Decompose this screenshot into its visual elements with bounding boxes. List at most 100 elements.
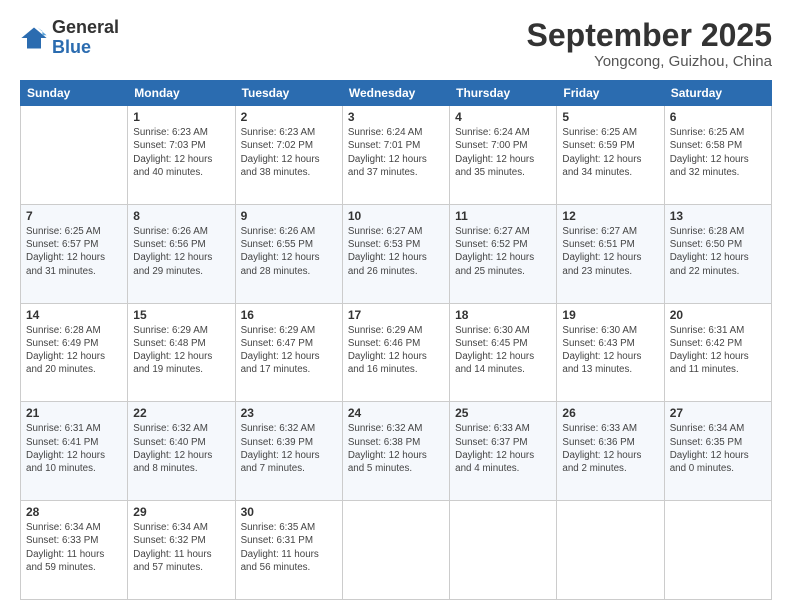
day-cell: 18 Sunrise: 6:30 AM Sunset: 6:45 PM Dayli… bbox=[450, 303, 557, 402]
day-info: Sunrise: 6:23 AM Sunset: 7:03 PM Dayligh… bbox=[133, 126, 229, 179]
day-number: 14 bbox=[26, 308, 122, 322]
day-cell: 4 Sunrise: 6:24 AM Sunset: 7:00 PM Daylig… bbox=[450, 106, 557, 205]
location: Yongcong, Guizhou, China bbox=[527, 53, 772, 70]
day-cell bbox=[664, 501, 771, 600]
day-number: 28 bbox=[26, 505, 122, 519]
day-cell: 30 Sunrise: 6:35 AM Sunset: 6:31 PM Dayli… bbox=[235, 501, 342, 600]
day-info: Sunrise: 6:30 AM Sunset: 6:45 PM Dayligh… bbox=[455, 324, 551, 377]
day-number: 8 bbox=[133, 209, 229, 223]
day-cell: 25 Sunrise: 6:33 AM Sunset: 6:37 PM Dayli… bbox=[450, 402, 557, 501]
header: General Blue September 2025 Yongcong, Gu… bbox=[20, 18, 772, 70]
day-cell: 23 Sunrise: 6:32 AM Sunset: 6:39 PM Dayli… bbox=[235, 402, 342, 501]
day-info: Sunrise: 6:32 AM Sunset: 6:38 PM Dayligh… bbox=[348, 422, 444, 475]
day-number: 9 bbox=[241, 209, 337, 223]
day-info: Sunrise: 6:25 AM Sunset: 6:58 PM Dayligh… bbox=[670, 126, 766, 179]
day-cell: 9 Sunrise: 6:26 AM Sunset: 6:55 PM Daylig… bbox=[235, 204, 342, 303]
day-number: 13 bbox=[670, 209, 766, 223]
day-info: Sunrise: 6:27 AM Sunset: 6:53 PM Dayligh… bbox=[348, 225, 444, 278]
day-number: 7 bbox=[26, 209, 122, 223]
col-header-friday: Friday bbox=[557, 81, 664, 106]
day-cell: 3Sunrise: 6:24 AM Sunset: 7:01 PM Daylig… bbox=[342, 106, 449, 205]
col-header-tuesday: Tuesday bbox=[235, 81, 342, 106]
day-cell bbox=[21, 106, 128, 205]
week-row-5: 28 Sunrise: 6:34 AM Sunset: 6:33 PM Dayli… bbox=[21, 501, 772, 600]
day-info: Sunrise: 6:33 AM Sunset: 6:37 PM Dayligh… bbox=[455, 422, 551, 475]
logo-text: General Blue bbox=[52, 18, 119, 58]
day-cell: 14 Sunrise: 6:28 AM Sunset: 6:49 PM Dayli… bbox=[21, 303, 128, 402]
day-info: Sunrise: 6:28 AM Sunset: 6:50 PM Dayligh… bbox=[670, 225, 766, 278]
day-cell: 12 Sunrise: 6:27 AM Sunset: 6:51 PM Dayli… bbox=[557, 204, 664, 303]
day-info: Sunrise: 6:25 AM Sunset: 6:59 PM Dayligh… bbox=[562, 126, 658, 179]
day-number: 29 bbox=[133, 505, 229, 519]
calendar: SundayMondayTuesdayWednesdayThursdayFrid… bbox=[20, 80, 772, 600]
day-number: 27 bbox=[670, 406, 766, 420]
col-header-sunday: Sunday bbox=[21, 81, 128, 106]
week-row-4: 21Sunrise: 6:31 AM Sunset: 6:41 PM Dayli… bbox=[21, 402, 772, 501]
day-info: Sunrise: 6:26 AM Sunset: 6:56 PM Dayligh… bbox=[133, 225, 229, 278]
day-number: 3 bbox=[348, 110, 444, 124]
day-number: 6 bbox=[670, 110, 766, 124]
title-block: September 2025 Yongcong, Guizhou, China bbox=[527, 18, 772, 70]
day-info: Sunrise: 6:29 AM Sunset: 6:46 PM Dayligh… bbox=[348, 324, 444, 377]
day-info: Sunrise: 6:28 AM Sunset: 6:49 PM Dayligh… bbox=[26, 324, 122, 377]
month-title: September 2025 bbox=[527, 18, 772, 53]
day-cell: 8 Sunrise: 6:26 AM Sunset: 6:56 PM Daylig… bbox=[128, 204, 235, 303]
header-row: SundayMondayTuesdayWednesdayThursdayFrid… bbox=[21, 81, 772, 106]
day-cell: 26Sunrise: 6:33 AM Sunset: 6:36 PM Dayli… bbox=[557, 402, 664, 501]
day-info: Sunrise: 6:34 AM Sunset: 6:35 PM Dayligh… bbox=[670, 422, 766, 475]
day-cell: 27 Sunrise: 6:34 AM Sunset: 6:35 PM Dayli… bbox=[664, 402, 771, 501]
day-number: 20 bbox=[670, 308, 766, 322]
day-cell bbox=[557, 501, 664, 600]
day-info: Sunrise: 6:30 AM Sunset: 6:43 PM Dayligh… bbox=[562, 324, 658, 377]
day-info: Sunrise: 6:33 AM Sunset: 6:36 PM Dayligh… bbox=[562, 422, 658, 475]
day-cell: 17 Sunrise: 6:29 AM Sunset: 6:46 PM Dayli… bbox=[342, 303, 449, 402]
day-number: 5 bbox=[562, 110, 658, 124]
day-info: Sunrise: 6:32 AM Sunset: 6:40 PM Dayligh… bbox=[133, 422, 229, 475]
day-info: Sunrise: 6:32 AM Sunset: 6:39 PM Dayligh… bbox=[241, 422, 337, 475]
logo-icon bbox=[20, 24, 48, 52]
day-number: 30 bbox=[241, 505, 337, 519]
day-info: Sunrise: 6:35 AM Sunset: 6:31 PM Dayligh… bbox=[241, 521, 337, 574]
day-cell: 13 Sunrise: 6:28 AM Sunset: 6:50 PM Dayli… bbox=[664, 204, 771, 303]
day-number: 10 bbox=[348, 209, 444, 223]
day-cell: 21Sunrise: 6:31 AM Sunset: 6:41 PM Dayli… bbox=[21, 402, 128, 501]
day-cell: 16Sunrise: 6:29 AM Sunset: 6:47 PM Dayli… bbox=[235, 303, 342, 402]
day-info: Sunrise: 6:31 AM Sunset: 6:41 PM Dayligh… bbox=[26, 422, 122, 475]
day-cell: 29 Sunrise: 6:34 AM Sunset: 6:32 PM Dayli… bbox=[128, 501, 235, 600]
day-info: Sunrise: 6:25 AM Sunset: 6:57 PM Dayligh… bbox=[26, 225, 122, 278]
day-cell bbox=[450, 501, 557, 600]
day-cell: 22Sunrise: 6:32 AM Sunset: 6:40 PM Dayli… bbox=[128, 402, 235, 501]
day-info: Sunrise: 6:34 AM Sunset: 6:32 PM Dayligh… bbox=[133, 521, 229, 574]
day-cell: 19 Sunrise: 6:30 AM Sunset: 6:43 PM Dayli… bbox=[557, 303, 664, 402]
day-info: Sunrise: 6:26 AM Sunset: 6:55 PM Dayligh… bbox=[241, 225, 337, 278]
day-info: Sunrise: 6:34 AM Sunset: 6:33 PM Dayligh… bbox=[26, 521, 122, 574]
day-number: 19 bbox=[562, 308, 658, 322]
day-number: 4 bbox=[455, 110, 551, 124]
day-cell: 15 Sunrise: 6:29 AM Sunset: 6:48 PM Dayli… bbox=[128, 303, 235, 402]
day-number: 15 bbox=[133, 308, 229, 322]
day-number: 16 bbox=[241, 308, 337, 322]
day-number: 18 bbox=[455, 308, 551, 322]
week-row-1: 1Sunrise: 6:23 AM Sunset: 7:03 PM Daylig… bbox=[21, 106, 772, 205]
day-info: Sunrise: 6:24 AM Sunset: 7:00 PM Dayligh… bbox=[455, 126, 551, 179]
day-cell: 28 Sunrise: 6:34 AM Sunset: 6:33 PM Dayli… bbox=[21, 501, 128, 600]
week-row-3: 14 Sunrise: 6:28 AM Sunset: 6:49 PM Dayli… bbox=[21, 303, 772, 402]
day-number: 25 bbox=[455, 406, 551, 420]
day-info: Sunrise: 6:31 AM Sunset: 6:42 PM Dayligh… bbox=[670, 324, 766, 377]
day-cell: 2Sunrise: 6:23 AM Sunset: 7:02 PM Daylig… bbox=[235, 106, 342, 205]
day-number: 2 bbox=[241, 110, 337, 124]
day-number: 12 bbox=[562, 209, 658, 223]
day-info: Sunrise: 6:27 AM Sunset: 6:51 PM Dayligh… bbox=[562, 225, 658, 278]
day-cell: 10 Sunrise: 6:27 AM Sunset: 6:53 PM Dayli… bbox=[342, 204, 449, 303]
day-cell: 1Sunrise: 6:23 AM Sunset: 7:03 PM Daylig… bbox=[128, 106, 235, 205]
logo-blue: Blue bbox=[52, 38, 119, 58]
page: General Blue September 2025 Yongcong, Gu… bbox=[0, 0, 792, 612]
day-info: Sunrise: 6:29 AM Sunset: 6:48 PM Dayligh… bbox=[133, 324, 229, 377]
day-cell: 24Sunrise: 6:32 AM Sunset: 6:38 PM Dayli… bbox=[342, 402, 449, 501]
col-header-saturday: Saturday bbox=[664, 81, 771, 106]
day-number: 17 bbox=[348, 308, 444, 322]
day-number: 23 bbox=[241, 406, 337, 420]
day-number: 11 bbox=[455, 209, 551, 223]
day-cell: 6 Sunrise: 6:25 AM Sunset: 6:58 PM Daylig… bbox=[664, 106, 771, 205]
day-cell: 20 Sunrise: 6:31 AM Sunset: 6:42 PM Dayli… bbox=[664, 303, 771, 402]
